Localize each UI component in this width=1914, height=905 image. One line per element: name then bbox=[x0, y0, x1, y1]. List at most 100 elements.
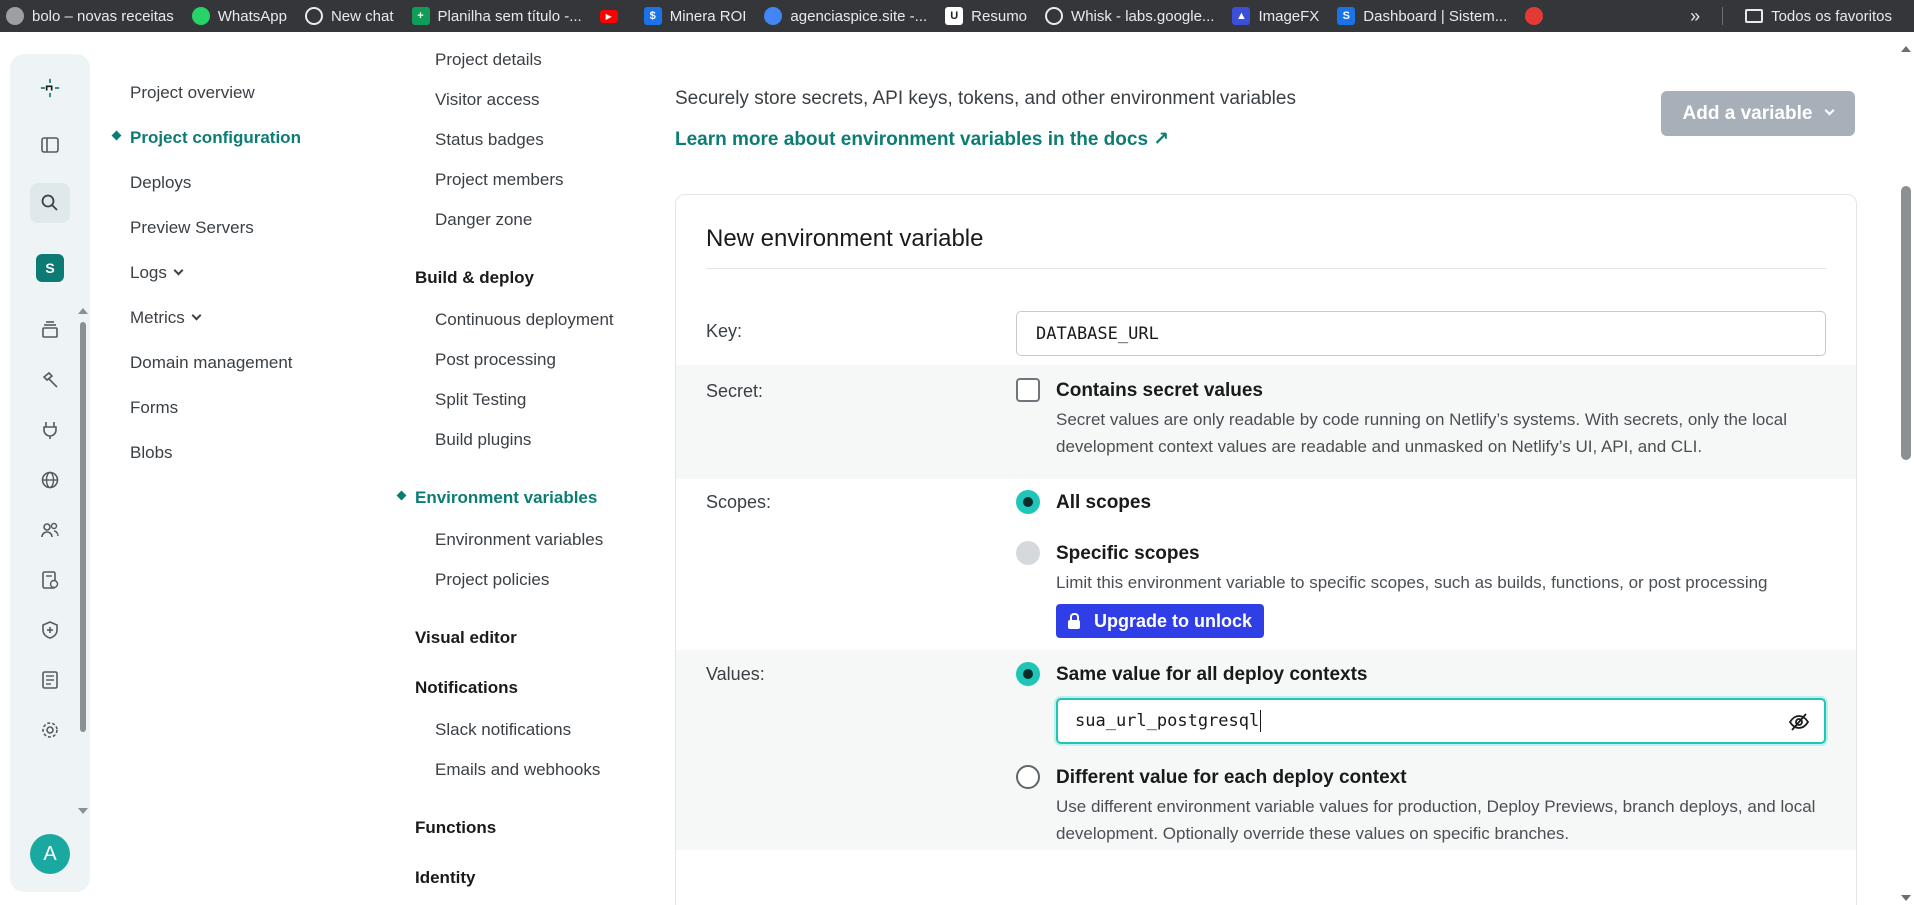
nav-functions[interactable]: Functions bbox=[415, 818, 496, 838]
key-input[interactable]: DATABASE_URL bbox=[1016, 311, 1826, 356]
same-value-radio[interactable] bbox=[1016, 662, 1040, 686]
nav-forms[interactable]: Forms bbox=[130, 398, 178, 418]
team-badge[interactable]: S bbox=[36, 254, 64, 282]
nav-logs[interactable]: Logs bbox=[130, 263, 184, 283]
app-icon bbox=[1525, 7, 1544, 25]
specific-scopes-description: Limit this environment variable to speci… bbox=[1056, 573, 1768, 592]
scrollbar-thumb[interactable] bbox=[1901, 186, 1911, 460]
build-hammer-icon[interactable] bbox=[36, 366, 64, 394]
globe-domain-icon[interactable] bbox=[36, 466, 64, 494]
specific-scopes-label: Specific scopes bbox=[1056, 543, 1200, 564]
scroll-down-arrow-icon[interactable] bbox=[1901, 895, 1911, 901]
folder-icon bbox=[1745, 9, 1764, 23]
all-bookmarks-folder[interactable]: Todos os favoritos bbox=[1771, 8, 1892, 25]
bookmark-minera-roi[interactable]: $ Minera ROI bbox=[643, 7, 746, 25]
whisk-icon bbox=[1045, 7, 1064, 25]
nav-notifications[interactable]: Notifications bbox=[415, 678, 518, 698]
nav-project-overview[interactable]: Project overview bbox=[130, 83, 255, 103]
add-variable-label: Add a variable bbox=[1682, 102, 1813, 124]
scroll-up-arrow-icon[interactable] bbox=[78, 308, 88, 314]
nav-build-plugins[interactable]: Build plugins bbox=[435, 430, 531, 450]
docs-book-icon[interactable] bbox=[36, 666, 64, 694]
nav-visitor-access[interactable]: Visitor access bbox=[435, 90, 540, 110]
all-scopes-label: All scopes bbox=[1056, 492, 1152, 513]
nav-blobs[interactable]: Blobs bbox=[130, 443, 173, 463]
upgrade-button[interactable]: Upgrade to unlock bbox=[1056, 604, 1264, 638]
active-indicator-icon bbox=[396, 490, 407, 501]
netlify-logo-icon[interactable] bbox=[36, 74, 64, 102]
bookmark-new-chat[interactable]: New chat bbox=[304, 7, 394, 25]
upgrade-label: Upgrade to unlock bbox=[1093, 610, 1252, 631]
value-input[interactable]: sua_url_postgresql bbox=[1056, 698, 1826, 744]
members-icon[interactable] bbox=[36, 516, 64, 544]
bookmark-dashboard[interactable]: S Dashboard | Sistem... bbox=[1337, 7, 1507, 25]
avatar[interactable]: A bbox=[30, 834, 70, 874]
bookmark-resumo[interactable]: U Resumo bbox=[945, 7, 1027, 25]
nav-split-testing[interactable]: Split Testing bbox=[435, 390, 526, 410]
secret-checkbox[interactable] bbox=[1016, 378, 1040, 402]
bookmark-app[interactable] bbox=[1525, 7, 1551, 25]
add-variable-button[interactable]: Add a variable bbox=[1661, 91, 1855, 136]
chevron-down-icon bbox=[1824, 105, 1835, 116]
active-indicator-icon bbox=[111, 130, 122, 141]
new-variable-card: New environment variable Key: DATABASE_U… bbox=[675, 194, 1857, 905]
different-value-radio[interactable] bbox=[1016, 765, 1040, 789]
bookmark-youtube[interactable]: ▶ bbox=[599, 9, 626, 23]
bookmarks-bar: bolo – novas receitas WhatsApp New chat … bbox=[0, 0, 1914, 32]
sidebar-toggle-icon[interactable] bbox=[36, 131, 64, 159]
bookmark-planilha[interactable]: + Planilha sem título -... bbox=[411, 7, 582, 25]
all-scopes-radio[interactable] bbox=[1016, 490, 1040, 514]
dashboard-icon: S bbox=[1337, 7, 1356, 25]
nav-project-policies[interactable]: Project policies bbox=[435, 570, 549, 590]
nav-emails-webhooks[interactable]: Emails and webhooks bbox=[435, 760, 600, 780]
layers-icon[interactable] bbox=[36, 316, 64, 344]
bookmark-whatsapp[interactable]: WhatsApp bbox=[191, 7, 287, 25]
nav-environment-variables-sub[interactable]: Environment variables bbox=[435, 530, 603, 550]
nav-environment-variables[interactable]: Environment variables bbox=[415, 488, 597, 508]
nav-status-badges[interactable]: Status badges bbox=[435, 130, 544, 150]
nav-visual-editor[interactable]: Visual editor bbox=[415, 628, 517, 648]
bookmark-bolo[interactable]: bolo – novas receitas bbox=[6, 7, 174, 25]
nav-metrics[interactable]: Metrics bbox=[130, 308, 202, 328]
secret-description: Secret values are only readable by code … bbox=[1056, 410, 1788, 456]
bookmarks-right: » Todos os favoritos bbox=[1690, 0, 1892, 32]
nav-continuous-deployment[interactable]: Continuous deployment bbox=[435, 310, 614, 330]
site-icon bbox=[764, 7, 783, 25]
values-label: Values: bbox=[706, 664, 765, 684]
security-shield-icon[interactable] bbox=[36, 616, 64, 644]
bookmark-imagefx[interactable]: ▲ ImageFX bbox=[1232, 7, 1319, 25]
nav-deploys[interactable]: Deploys bbox=[130, 173, 191, 193]
openai-icon bbox=[304, 7, 323, 25]
plug-icon[interactable] bbox=[36, 416, 64, 444]
nav-project-details[interactable]: Project details bbox=[435, 50, 542, 70]
nav-domain-management[interactable]: Domain management bbox=[130, 353, 293, 373]
settings-gear-icon[interactable] bbox=[36, 716, 64, 744]
specific-scopes-radio bbox=[1016, 541, 1040, 565]
bookmark-agenciaspice[interactable]: agenciaspice.site -... bbox=[764, 7, 927, 25]
nav-project-members[interactable]: Project members bbox=[435, 170, 563, 190]
different-value-description: Use different environment variable value… bbox=[1056, 797, 1816, 843]
nav-slack-notifications[interactable]: Slack notifications bbox=[435, 720, 571, 740]
nav-danger-zone[interactable]: Danger zone bbox=[435, 210, 532, 230]
audit-log-icon[interactable] bbox=[36, 566, 64, 594]
globe-icon bbox=[6, 7, 24, 25]
hide-value-eye-icon[interactable] bbox=[1788, 711, 1810, 733]
scroll-up-arrow-icon[interactable] bbox=[1901, 46, 1911, 52]
divider bbox=[706, 268, 1826, 269]
imagefx-icon: ▲ bbox=[1232, 7, 1251, 25]
page-scrollbar[interactable] bbox=[1898, 40, 1914, 905]
nav-identity[interactable]: Identity bbox=[415, 868, 475, 888]
search-icon[interactable] bbox=[36, 189, 64, 217]
nav-preview-servers[interactable]: Preview Servers bbox=[130, 218, 254, 238]
nav-post-processing[interactable]: Post processing bbox=[435, 350, 556, 370]
value-input-text: sua_url_postgresql bbox=[1075, 711, 1260, 731]
scroll-down-arrow-icon[interactable] bbox=[78, 808, 88, 814]
bookmark-whisk[interactable]: Whisk - labs.google... bbox=[1045, 7, 1214, 25]
nav-project-configuration[interactable]: Project configuration bbox=[130, 128, 301, 148]
learn-more-link[interactable]: Learn more about environment variables i… bbox=[675, 128, 1169, 151]
icon-rail: S A bbox=[10, 54, 90, 892]
scrollbar-thumb[interactable] bbox=[80, 322, 86, 732]
more-bookmarks-icon[interactable]: » bbox=[1690, 6, 1700, 27]
nav-build-deploy[interactable]: Build & deploy bbox=[415, 268, 534, 288]
rail-scrollbar[interactable] bbox=[78, 306, 88, 816]
